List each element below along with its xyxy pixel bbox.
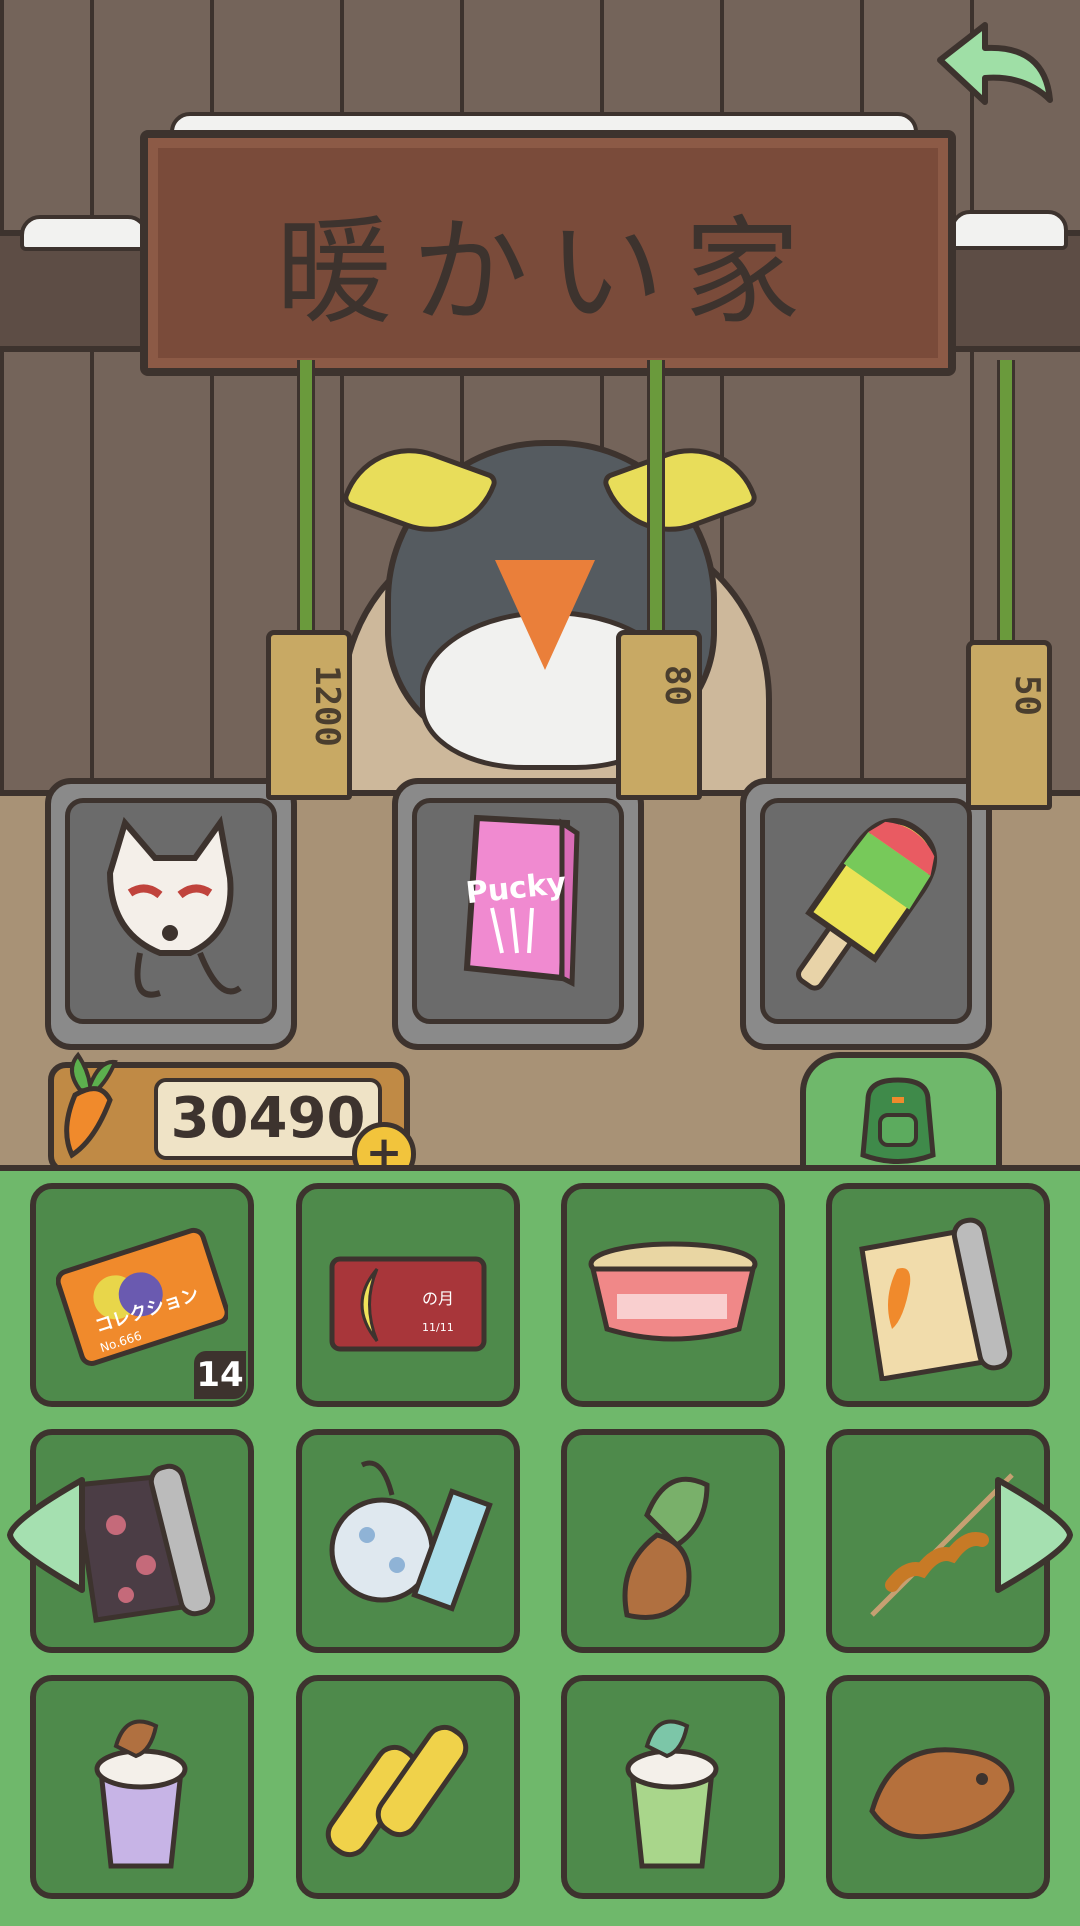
noodle-cup-icon — [588, 1241, 758, 1342]
taiyaki-ice-cream-icon — [622, 1476, 710, 1620]
corn-icon — [325, 1724, 469, 1858]
svg-text:11/11: 11/11 — [422, 1321, 454, 1334]
inventory-item-cup-noodle[interactable] — [561, 1183, 785, 1407]
inventory-item-collection-ticket[interactable]: コレクション No.666 14 — [30, 1183, 254, 1407]
inventory-item-taiyaki-ice-cream[interactable] — [561, 1429, 785, 1653]
price-tag-popsicle: 50 — [966, 640, 1052, 810]
shop-sign: 暖かい家 — [140, 130, 956, 376]
inventory-item-carrot-poster[interactable] — [826, 1183, 1050, 1407]
tag-rope — [997, 360, 1015, 640]
popsicle-icon — [795, 818, 938, 991]
taiyaki-icon — [869, 1747, 1015, 1840]
wind-chime-icon — [329, 1460, 493, 1612]
next-page-arrow-icon[interactable] — [988, 1470, 1078, 1600]
backpack-icon — [860, 1077, 936, 1164]
price-tag-fox-mask: 1200 — [266, 630, 352, 800]
pink-drink-icon — [94, 1719, 188, 1869]
pucky-box-icon: Pucky — [463, 814, 580, 987]
poster-scroll-icon — [859, 1217, 1013, 1381]
tag-rope — [297, 360, 315, 630]
shop-slot-pucky[interactable]: Pucky — [392, 778, 644, 1050]
shop-slot-popsicle[interactable] — [740, 778, 992, 1050]
previous-page-arrow-icon[interactable] — [2, 1470, 92, 1600]
card-icon: の月 11/11 — [329, 1256, 487, 1352]
inventory-item-taiyaki-drink-green[interactable] — [561, 1675, 785, 1899]
carrot-icon — [64, 1051, 118, 1159]
inventory-item-taiyaki-drink-pink[interactable] — [30, 1675, 254, 1899]
shop-slot-fox-mask[interactable] — [45, 778, 297, 1050]
inventory-item-moon-card[interactable]: の月 11/11 — [296, 1183, 520, 1407]
price-tag-pucky: 80 — [616, 630, 702, 800]
shop-sign-title: 暖かい家 — [276, 205, 820, 340]
back-arrow-icon[interactable] — [930, 20, 1060, 120]
carrot-count: 30490 — [154, 1078, 382, 1160]
svg-text:の月: の月 — [422, 1289, 454, 1308]
inventory-item-grilled-corn[interactable] — [296, 1675, 520, 1899]
item-count-badge: 14 — [194, 1351, 246, 1399]
tag-rope — [647, 360, 665, 630]
inventory-item-wind-chime[interactable] — [296, 1429, 520, 1653]
penguin-beak — [495, 560, 595, 670]
inventory-item-taiyaki[interactable] — [826, 1675, 1050, 1899]
fox-mask-icon — [106, 815, 242, 998]
green-drink-icon — [625, 1719, 719, 1869]
